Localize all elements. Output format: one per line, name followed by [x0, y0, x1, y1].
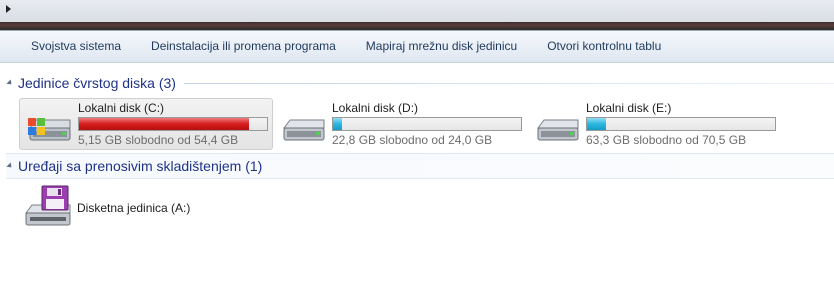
drive-name: Lokalni disk (E:) — [586, 101, 672, 115]
drive-usage-bar — [78, 117, 268, 131]
drive-usage-fill — [333, 118, 343, 130]
drive-c[interactable]: Lokalni disk (C:) 5,15 GB slobodno od 54… — [19, 98, 273, 150]
drive-name: Disketna jedinica (A:) — [77, 201, 191, 215]
chevron-down-icon[interactable] — [6, 162, 14, 170]
uninstall-program-button[interactable]: Deinstalacija ili promena programa — [136, 31, 351, 62]
nav-expand-arrow-icon[interactable] — [6, 5, 11, 13]
map-network-drive-button[interactable]: Mapiraj mrežnu disk jedinicu — [351, 31, 532, 62]
system-properties-button[interactable]: Svojstva sistema — [0, 31, 136, 62]
drive-usage-fill — [79, 118, 250, 130]
floppy-drive-icon — [25, 185, 71, 226]
group-header-hard-disks[interactable]: Jedinice čvrstog diska (3) — [6, 71, 834, 95]
command-bar: Svojstva sistema Deinstalacija ili prome… — [0, 31, 834, 63]
address-strip — [0, 0, 834, 22]
window-frame-band — [0, 22, 834, 30]
drive-usage-bar — [586, 117, 776, 131]
drive-e[interactable]: Lokalni disk (E:) 63,3 GB slobodno od 70… — [527, 98, 781, 150]
drive-space-info: 5,15 GB slobodno od 54,4 GB — [78, 133, 239, 147]
drive-name: Lokalni disk (D:) — [332, 101, 419, 115]
drive-a[interactable]: Disketna jedinica (A:) — [20, 183, 230, 227]
system-drive-icon — [28, 118, 71, 141]
drive-space-info: 63,3 GB slobodno od 70,5 GB — [586, 133, 747, 147]
group-divider — [183, 82, 834, 84]
hard-drive-icon — [537, 119, 579, 141]
group-title: Jedinice čvrstog diska (3) — [18, 75, 176, 91]
group-header-removable[interactable]: Uređaji sa prenosivim skladištenjem (1) — [6, 153, 834, 179]
drive-usage-fill — [587, 118, 606, 130]
hard-drive-icon — [283, 119, 325, 141]
chevron-down-icon[interactable] — [6, 79, 14, 87]
group-title: Uređaji sa prenosivim skladištenjem (1) — [18, 158, 263, 174]
drive-usage-bar — [332, 117, 522, 131]
drive-space-info: 22,8 GB slobodno od 24,0 GB — [332, 133, 493, 147]
address-bar-area — [0, 0, 834, 31]
open-control-panel-button[interactable]: Otvori kontrolnu tablu — [532, 31, 676, 62]
drive-name: Lokalni disk (C:) — [78, 101, 165, 115]
drive-d[interactable]: Lokalni disk (D:) 22,8 GB slobodno od 24… — [273, 98, 527, 150]
